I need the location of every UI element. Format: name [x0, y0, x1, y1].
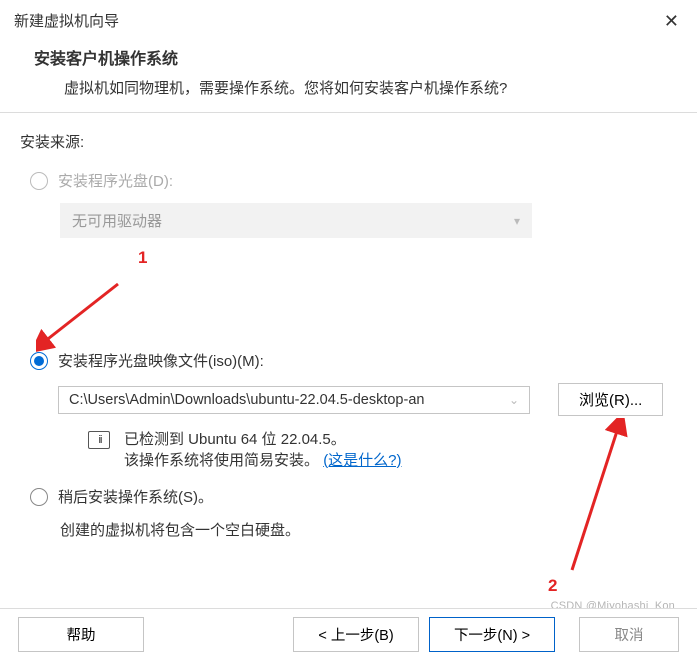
iso-path-select[interactable]: C:\Users\Admin\Downloads\ubuntu-22.04.5-…: [58, 386, 530, 414]
close-icon[interactable]: ✕: [664, 12, 679, 30]
iso-path-text: C:\Users\Admin\Downloads\ubuntu-22.04.5-…: [69, 392, 424, 408]
install-source-label: 安装来源:: [20, 131, 677, 152]
window-title: 新建虚拟机向导: [14, 10, 119, 31]
chevron-down-icon[interactable]: ⌄: [509, 393, 519, 407]
radio-installer-disc: [30, 172, 48, 190]
detected-text: 已检测到 Ubuntu 64 位 22.04.5。 该操作系统将使用简易安装。 …: [124, 428, 402, 470]
radio-installer-iso-label: 安装程序光盘映像文件(iso)(M):: [58, 350, 264, 371]
header-title: 安装客户机操作系统: [34, 45, 663, 69]
prev-button[interactable]: < 上一步(B): [293, 617, 419, 652]
annotation-1: 1: [138, 248, 677, 268]
radio-install-later-label: 稍后安装操作系统(S)。: [58, 486, 213, 507]
what-is-this-link[interactable]: (这是什么?): [323, 452, 401, 469]
wizard-header: 安装客户机操作系统 虚拟机如同物理机，需要操作系统。您将如何安装客户机操作系统?: [0, 45, 697, 112]
chevron-down-icon: ▾: [514, 214, 520, 228]
radio-installer-disc-label: 安装程序光盘(D):: [58, 170, 173, 191]
disc-drive-select: 无可用驱动器 ▾: [60, 203, 532, 238]
annotation-2: 2: [548, 576, 557, 596]
detected-line-2: 该操作系统将使用简易安装。: [124, 452, 319, 469]
next-button[interactable]: 下一步(N) >: [429, 617, 555, 652]
header-subtitle: 虚拟机如同物理机，需要操作系统。您将如何安装客户机操作系统?: [34, 77, 663, 98]
detected-line-1: 已检测到 Ubuntu 64 位 22.04.5。: [124, 428, 402, 449]
wizard-button-bar: 帮助 < 上一步(B) 下一步(N) > 取消: [0, 608, 697, 660]
radio-installer-iso[interactable]: [30, 352, 48, 370]
radio-install-later[interactable]: [30, 488, 48, 506]
install-later-subtext: 创建的虚拟机将包含一个空白硬盘。: [60, 519, 677, 540]
cancel-button[interactable]: 取消: [579, 617, 679, 652]
browse-button[interactable]: 浏览(R)...: [558, 383, 663, 416]
help-button[interactable]: 帮助: [18, 617, 144, 652]
info-icon: i i: [88, 431, 110, 449]
disc-drive-select-text: 无可用驱动器: [72, 210, 162, 231]
